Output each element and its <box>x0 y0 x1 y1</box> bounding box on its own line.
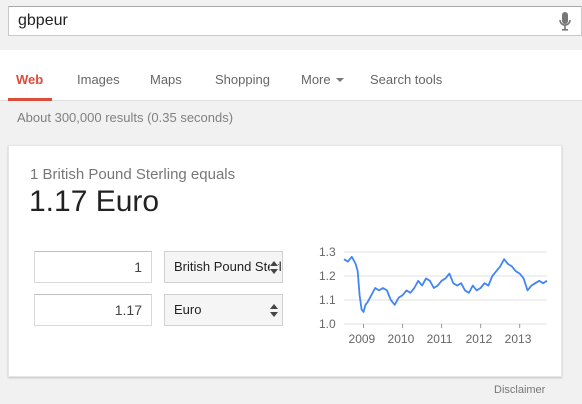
from-currency-label: British Pound Sterling <box>174 259 282 274</box>
from-amount-input[interactable]: 1 <box>34 251 152 283</box>
dropdown-caret-icon <box>335 78 344 82</box>
chart-y-tick-label: 1.3 <box>319 245 336 259</box>
to-amount-input[interactable]: 1.17 <box>34 294 152 326</box>
tab-maps[interactable]: Maps <box>150 72 182 87</box>
tab-search-tools[interactable]: Search tools <box>370 72 442 87</box>
tab-web[interactable]: Web <box>16 72 43 87</box>
to-currency-label: Euro <box>174 302 202 317</box>
chart-y-tick-label: 1.1 <box>319 293 336 307</box>
microphone-icon[interactable] <box>559 12 571 32</box>
to-currency-select[interactable]: Euro <box>164 294 283 326</box>
conversion-result: 1.17 Euro <box>29 185 160 218</box>
conversion-equals-text: 1 British Pound Sterling equals <box>30 166 236 183</box>
chart-x-tick-label: 2013 <box>505 332 532 346</box>
chart-series-line <box>343 255 548 313</box>
currency-converter-card: 1 British Pound Sterling equals 1.17 Eur… <box>8 145 562 377</box>
chart-x-tick-label: 2010 <box>388 332 415 346</box>
select-arrows-icon <box>270 304 278 318</box>
tab-more-label: More <box>301 72 331 87</box>
chart-y-tick-label: 1.2 <box>319 269 336 283</box>
active-tab-indicator <box>8 98 52 101</box>
tab-more[interactable]: More <box>301 72 344 87</box>
chart-y-tick-label: 1.0 <box>319 317 336 331</box>
result-stats: About 300,000 results (0.35 seconds) <box>17 110 234 125</box>
select-arrows-icon <box>270 261 278 275</box>
disclaimer-link[interactable]: Disclaimer <box>494 384 545 396</box>
chart-x-tick-label: 2012 <box>466 332 493 346</box>
tab-images[interactable]: Images <box>77 72 120 87</box>
search-box[interactable] <box>8 6 582 36</box>
exchange-rate-chart: 1.3 1.2 1.1 1.0 2009 2010 2011 2012 2013 <box>319 245 548 346</box>
tab-shopping[interactable]: Shopping <box>215 72 270 87</box>
search-input[interactable] <box>18 12 518 30</box>
chart-x-tick-label: 2011 <box>427 332 453 346</box>
chart-x-tick-label: 2009 <box>349 332 376 346</box>
from-currency-select[interactable]: British Pound Sterling <box>164 251 283 283</box>
